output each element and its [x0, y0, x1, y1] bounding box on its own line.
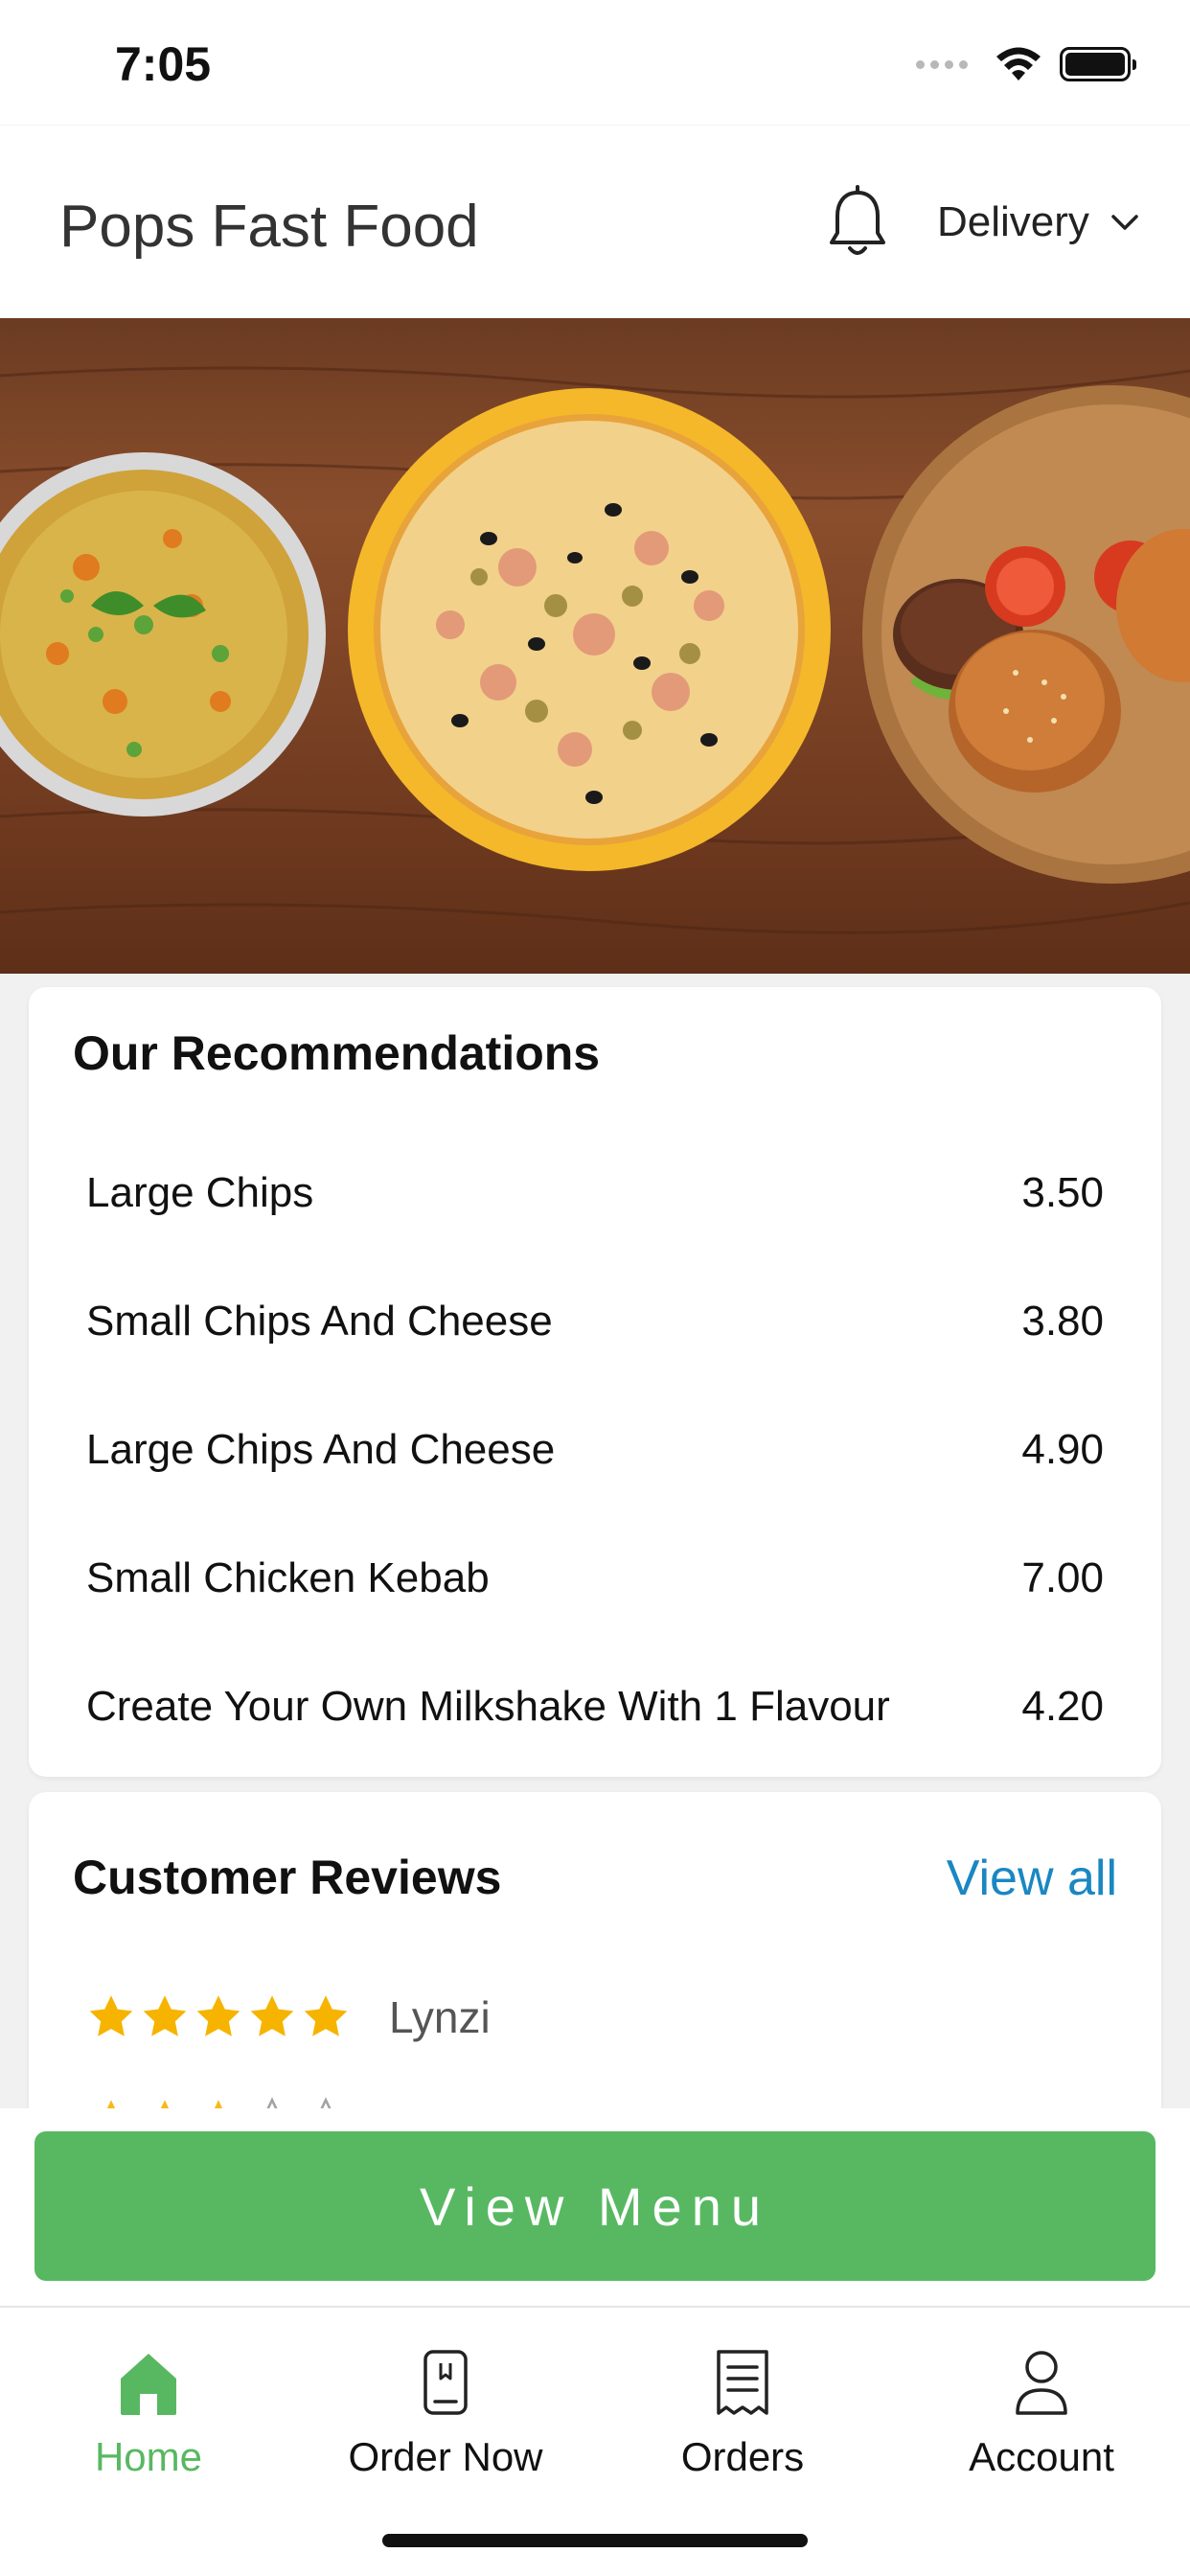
star-icon	[196, 1995, 240, 2036]
tab-orders[interactable]: Orders	[594, 2346, 891, 2499]
item-name: Small Chips And Cheese	[86, 1298, 553, 1345]
item-price: 4.90	[1021, 1426, 1104, 1473]
tab-label: Order Now	[348, 2434, 543, 2479]
tab-label: Orders	[680, 2434, 805, 2479]
item-price: 3.50	[1021, 1169, 1104, 1216]
review-item[interactable]: Lynzi	[86, 1991, 491, 2043]
phone-icon	[423, 2350, 468, 2415]
customer-reviews-title: Customer Reviews	[73, 1851, 502, 1904]
home-icon	[121, 2354, 176, 2415]
pizza-image	[348, 388, 831, 871]
view-menu-button[interactable]: View Menu	[34, 2131, 1156, 2281]
recommendations-list: Large Chips 3.50 Small Chips And Cheese …	[86, 1129, 1104, 1771]
recommendation-item[interactable]: Small Chips And Cheese 3.80	[86, 1257, 1104, 1386]
home-indicator[interactable]	[382, 2534, 808, 2547]
recommendations-title: Our Recommendations	[73, 1026, 601, 1080]
wifi-icon	[996, 47, 1041, 80]
tab-home[interactable]: Home	[0, 2346, 297, 2499]
recommendations-card: Our Recommendations Large Chips 3.50 Sma…	[29, 987, 1161, 1777]
hero-banner-image	[0, 318, 1190, 974]
tab-order-now[interactable]: Order Now	[297, 2346, 594, 2499]
view-all-reviews-link[interactable]: View all	[947, 1850, 1117, 1907]
notifications-bell-icon[interactable]	[824, 185, 891, 262]
rating-stars	[86, 1992, 351, 2042]
battery-icon	[1060, 47, 1136, 81]
chevron-down-icon	[1111, 215, 1138, 230]
view-menu-bar: View Menu	[0, 2108, 1190, 2306]
status-time: 7:05	[115, 37, 212, 91]
item-name: Create Your Own Milkshake With 1 Flavour	[86, 1683, 890, 1730]
item-name: Small Chicken Kebab	[86, 1554, 490, 1601]
app-header: Pops Fast Food Delivery	[0, 125, 1190, 318]
star-icon	[89, 1995, 133, 2036]
recommendation-item[interactable]: Small Chicken Kebab 7.00	[86, 1514, 1104, 1643]
recommendation-item[interactable]: Create Your Own Milkshake With 1 Flavour…	[86, 1643, 1104, 1771]
star-icon	[250, 1995, 294, 2036]
status-indicators	[916, 46, 1136, 82]
star-icon	[304, 1995, 348, 2036]
noodle-bowl-image	[0, 452, 326, 816]
item-name: Large Chips And Cheese	[86, 1426, 556, 1473]
item-price: 3.80	[1021, 1298, 1104, 1345]
burger-board-image	[862, 385, 1190, 884]
user-icon	[1016, 2351, 1067, 2415]
tab-label: Home	[94, 2434, 203, 2479]
status-bar: 7:05	[0, 0, 1190, 125]
tab-account[interactable]: Account	[893, 2346, 1190, 2499]
delivery-mode-selector[interactable]: Delivery	[937, 198, 1139, 246]
item-price: 4.20	[1021, 1683, 1104, 1730]
restaurant-name: Pops Fast Food	[59, 194, 479, 260]
delivery-mode-label: Delivery	[937, 198, 1089, 245]
receipt-icon	[717, 2350, 768, 2415]
star-icon	[143, 1995, 187, 2036]
item-price: 7.00	[1021, 1554, 1104, 1601]
item-name: Large Chips	[86, 1169, 314, 1216]
cellular-signal-icon	[916, 59, 968, 69]
recommendation-item[interactable]: Large Chips And Cheese 4.90	[86, 1386, 1104, 1514]
reviewer-name: Lynzi	[389, 1992, 491, 2042]
recommendation-item[interactable]: Large Chips 3.50	[86, 1129, 1104, 1257]
tab-label: Account	[969, 2434, 1114, 2479]
